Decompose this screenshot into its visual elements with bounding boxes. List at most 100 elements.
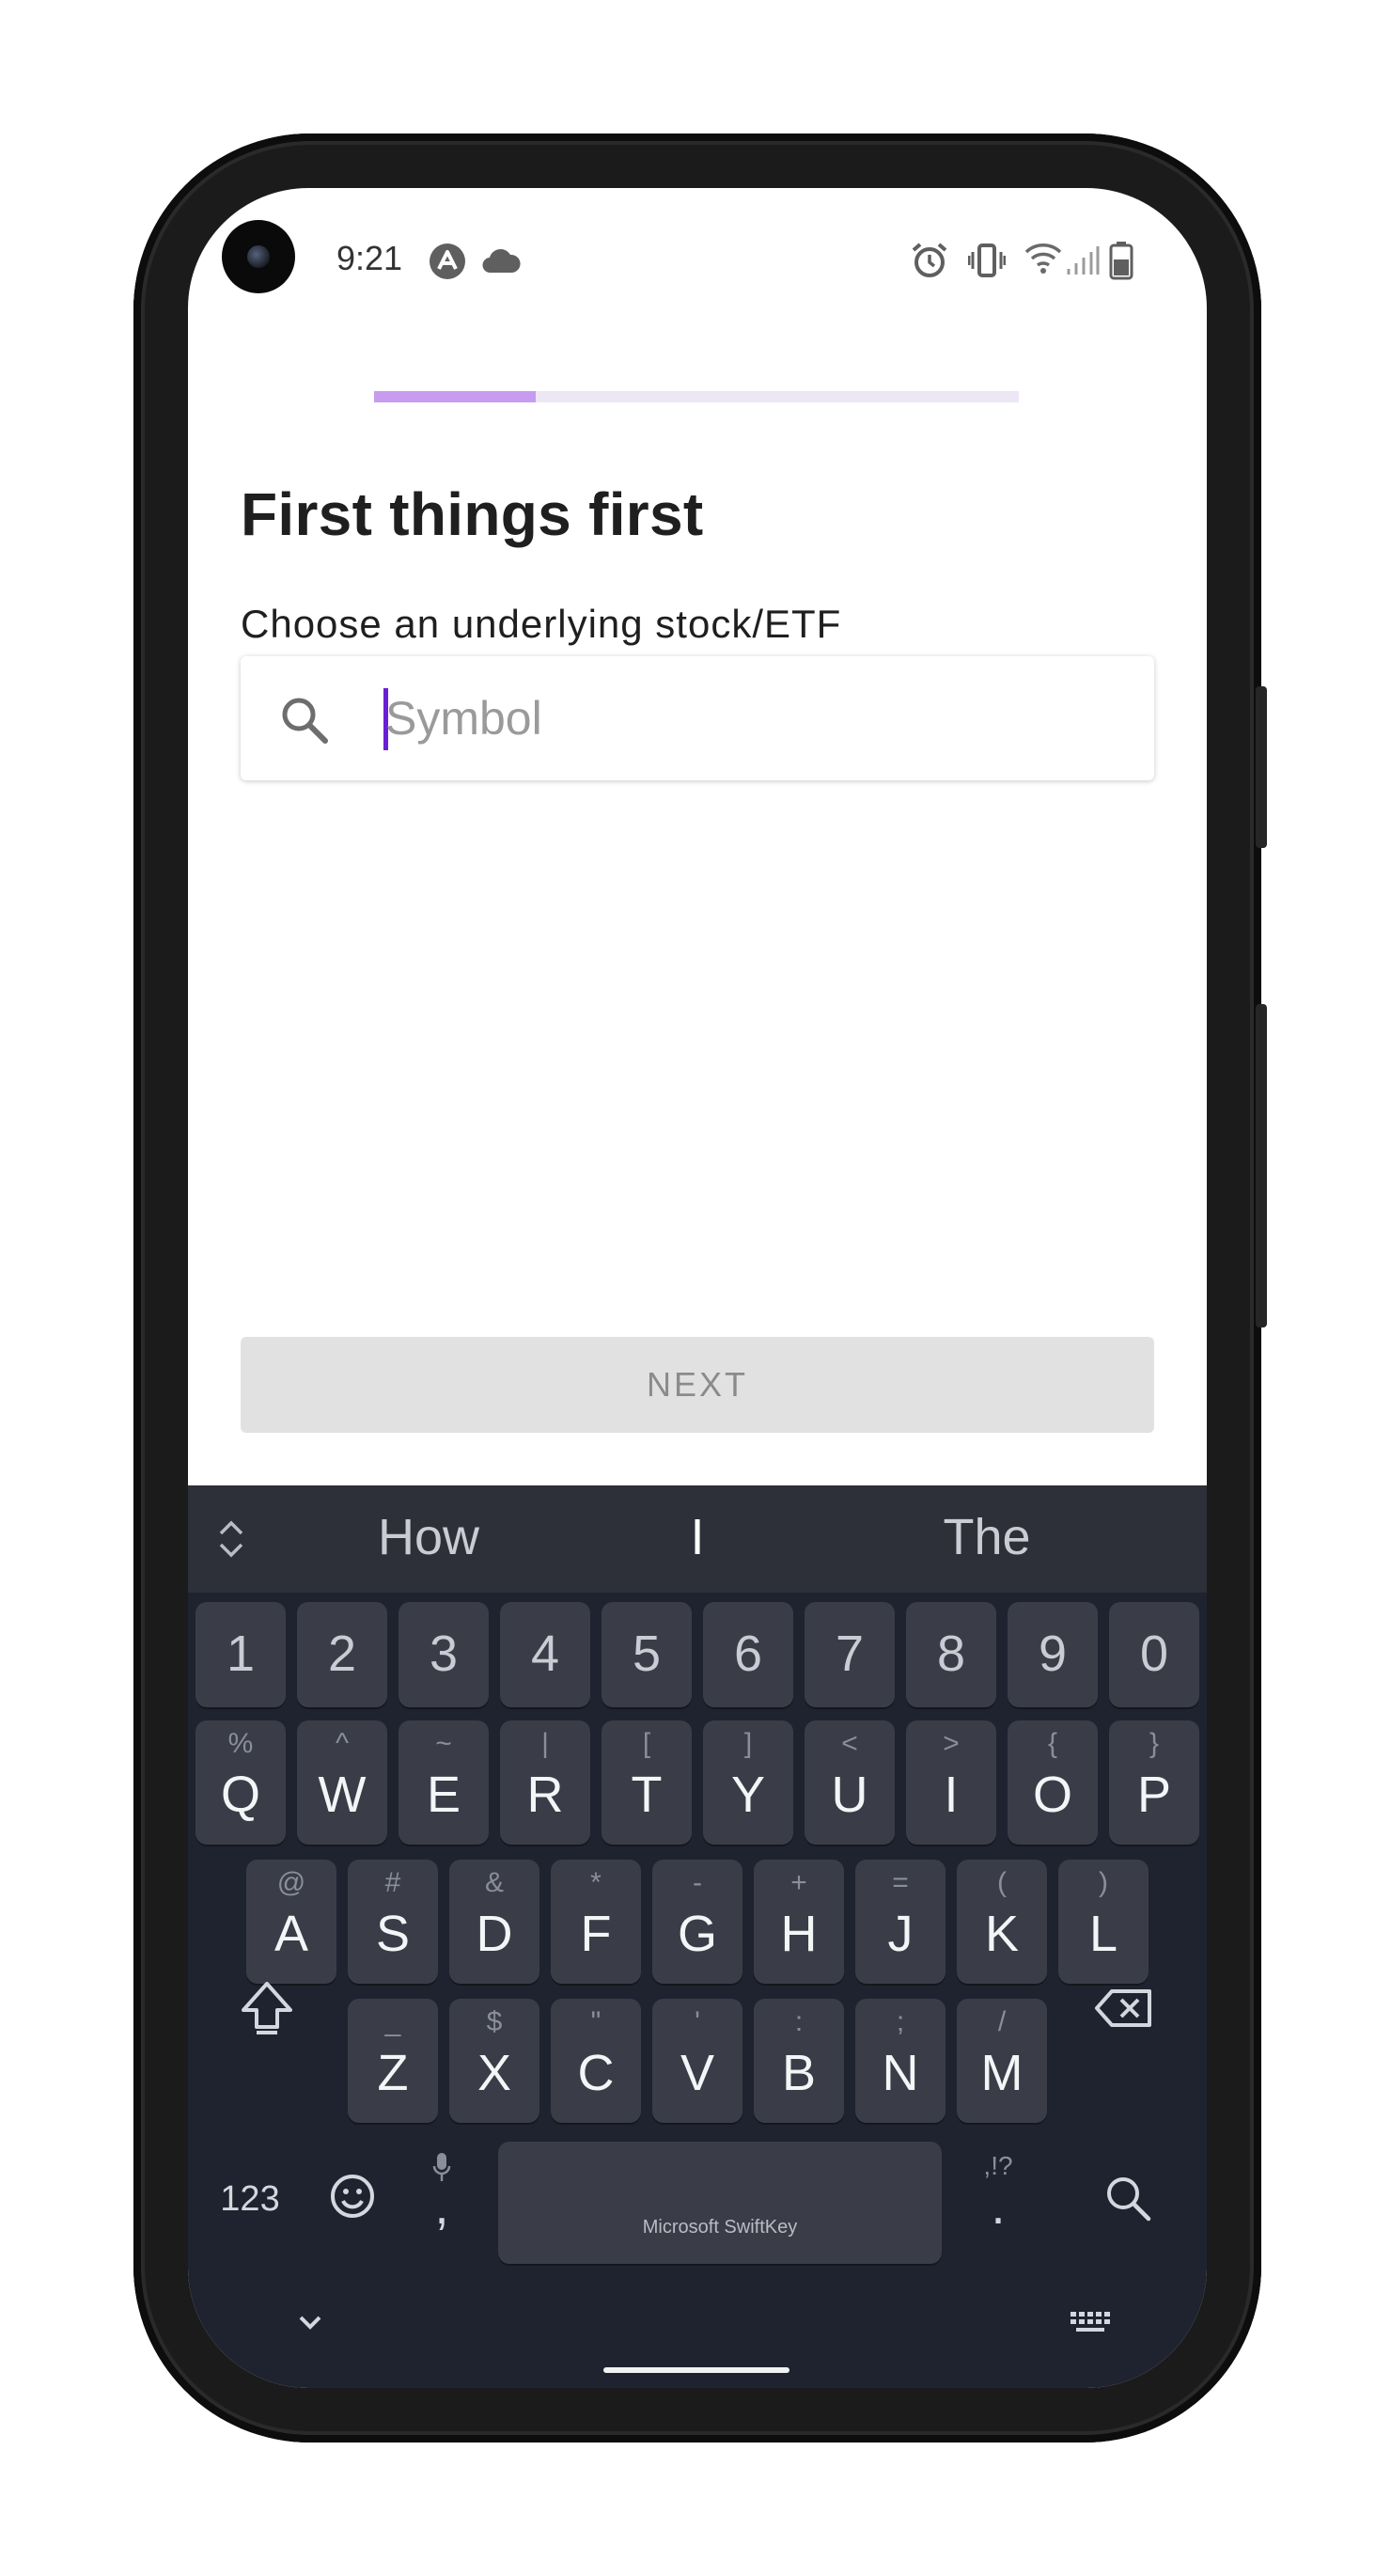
- key-alt-label: &: [484, 1867, 504, 1898]
- key-g[interactable]: -G: [652, 1860, 742, 1984]
- key-c[interactable]: " C: [551, 1999, 641, 2123]
- key-alt-label: ': [695, 2006, 700, 2037]
- key-w[interactable]: ^ W: [297, 1720, 387, 1845]
- key-alt-label: %: [227, 1728, 254, 1759]
- key-s[interactable]: # S: [348, 1860, 438, 1984]
- key-alt-label: ): [1099, 1867, 1108, 1898]
- period-key[interactable]: ,!? .: [962, 2151, 1034, 2232]
- power-button: [1256, 686, 1267, 848]
- key-q[interactable]: % Q: [195, 1720, 286, 1845]
- key-x[interactable]: $ X: [449, 1999, 539, 2123]
- key-k[interactable]: (K: [957, 1860, 1047, 1984]
- key-label: X: [477, 2045, 512, 2101]
- key-label: M: [980, 2045, 1024, 2101]
- home-indicator[interactable]: [603, 2367, 789, 2373]
- vibrate-icon: [968, 243, 1006, 278]
- key-v[interactable]: ' V: [652, 1999, 742, 2123]
- key-9[interactable]: 9: [1008, 1602, 1098, 1707]
- next-button[interactable]: NEXT: [241, 1337, 1154, 1433]
- key-label: Z: [377, 2045, 409, 2101]
- key-e[interactable]: ~ E: [399, 1720, 489, 1845]
- suggestion-bar: How I The: [188, 1485, 1207, 1593]
- backspace-key[interactable]: [1068, 1986, 1180, 2035]
- key-label: 8: [936, 1626, 966, 1682]
- key-label: Q: [220, 1767, 260, 1823]
- key-t[interactable]: [T: [602, 1720, 692, 1845]
- shift-key[interactable]: [220, 1974, 314, 2045]
- key-label: 3: [429, 1626, 459, 1682]
- key-r[interactable]: | R: [500, 1720, 590, 1845]
- key-u[interactable]: < U: [805, 1720, 895, 1845]
- key-label: 1: [226, 1626, 256, 1682]
- key-i[interactable]: > I: [906, 1720, 996, 1845]
- key-label: D: [476, 1906, 513, 1962]
- status-time: 9:21: [336, 239, 403, 277]
- key-label: 2: [327, 1626, 357, 1682]
- key-alt-label: _: [384, 2006, 401, 2037]
- key-alt-label: @: [276, 1867, 306, 1898]
- key-alt-label: <: [841, 1728, 858, 1759]
- space-key[interactable]: Microsoft SwiftKey: [498, 2142, 942, 2264]
- key-label: F: [580, 1906, 612, 1962]
- key-label: E: [426, 1767, 461, 1823]
- cell-signal-icon: [1066, 244, 1100, 276]
- search-icon: [276, 692, 333, 753]
- numbers-symbols-key[interactable]: 123: [203, 2179, 297, 2220]
- key-b[interactable]: :B: [754, 1999, 844, 2123]
- key-alt-label: -: [693, 1867, 702, 1898]
- key-alt-label: >: [943, 1728, 960, 1759]
- key-m[interactable]: / M: [957, 1999, 1047, 2123]
- key-1[interactable]: 1: [195, 1602, 286, 1707]
- key-5[interactable]: 5: [602, 1602, 692, 1707]
- key-l[interactable]: ) L: [1058, 1860, 1149, 1984]
- key-0[interactable]: 0: [1109, 1602, 1199, 1707]
- key-label: H: [780, 1906, 818, 1962]
- key-n[interactable]: ; N: [855, 1999, 946, 2123]
- key-6[interactable]: 6: [703, 1602, 793, 1707]
- key-alt-label: ;: [896, 2006, 905, 2037]
- key-label: U: [831, 1767, 868, 1823]
- key-alt-label: =: [892, 1867, 909, 1898]
- key-alt-label: }: [1149, 1728, 1160, 1759]
- key-8[interactable]: 8: [906, 1602, 996, 1707]
- key-p[interactable]: } P: [1109, 1720, 1199, 1845]
- key-d[interactable]: & D: [449, 1860, 539, 1984]
- key-label: C: [577, 2045, 615, 2101]
- suggestion-how[interactable]: How: [346, 1508, 511, 1566]
- symbol-search-box[interactable]: [241, 656, 1154, 780]
- key-label: 9: [1038, 1626, 1068, 1682]
- page-title: First things first: [241, 480, 704, 548]
- key-a[interactable]: @ A: [246, 1860, 336, 1984]
- keyboard-switch-icon[interactable]: [1053, 2309, 1128, 2340]
- key-3[interactable]: 3: [399, 1602, 489, 1707]
- key-z[interactable]: _ Z: [348, 1999, 438, 2123]
- key-o[interactable]: {O: [1008, 1720, 1098, 1845]
- key-alt-label: *: [590, 1867, 602, 1898]
- key-alt-label: $: [486, 2006, 503, 2037]
- expand-toolbar-icon[interactable]: [214, 1516, 248, 1567]
- key-j[interactable]: = J: [855, 1860, 946, 1984]
- suggestion-the[interactable]: The: [902, 1508, 1071, 1566]
- key-label: A: [274, 1906, 309, 1962]
- key-4[interactable]: 4: [500, 1602, 590, 1707]
- progress-fill: [374, 391, 536, 402]
- search-action-key[interactable]: [1075, 2172, 1180, 2229]
- key-h[interactable]: + H: [754, 1860, 844, 1984]
- key-7[interactable]: 7: [805, 1602, 895, 1707]
- key-label: B: [781, 2045, 817, 2101]
- on-screen-keyboard: How I The 1 2 3 4 5 6 7 8 9 0% Q ^ W ~ E | R[T] Y < U > I{O} P…: [188, 1485, 1207, 2388]
- symbol-search-input[interactable]: [385, 656, 1118, 780]
- key-y[interactable]: ] Y: [703, 1720, 793, 1845]
- comma-key[interactable]: ,: [404, 2151, 479, 2232]
- hide-keyboard-icon[interactable]: [282, 2311, 338, 2340]
- key-label: 5: [632, 1626, 662, 1682]
- key-label: P: [1136, 1767, 1172, 1823]
- suggestion-i[interactable]: I: [649, 1508, 746, 1566]
- emoji-key[interactable]: [310, 2172, 395, 2225]
- key-f[interactable]: * F: [551, 1860, 641, 1984]
- key-alt-label: #: [384, 1867, 401, 1898]
- alarm-icon: [910, 241, 949, 280]
- key-label: N: [882, 2045, 919, 2101]
- key-2[interactable]: 2: [297, 1602, 387, 1707]
- key-label: W: [318, 1767, 367, 1823]
